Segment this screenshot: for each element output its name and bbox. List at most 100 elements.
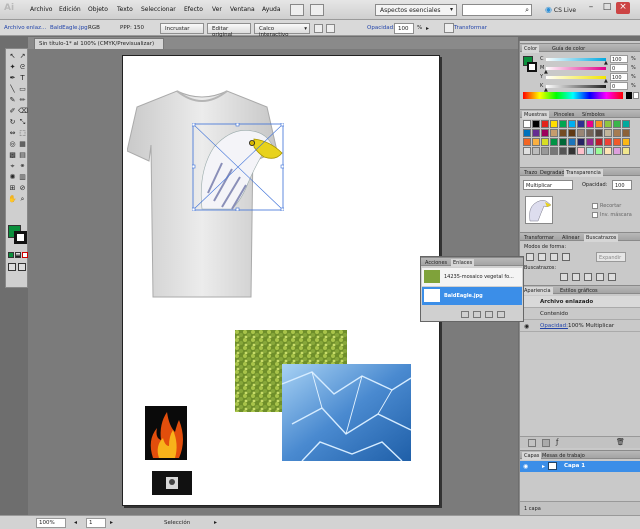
menu-ayuda[interactable]: Ayuda — [262, 6, 281, 13]
trim-icon[interactable] — [572, 273, 580, 281]
menu-objeto[interactable]: Objeto — [88, 6, 108, 13]
trash-icon[interactable]: 🗑 — [616, 438, 625, 446]
opacity-label[interactable]: Opacidad: — [367, 25, 395, 31]
document-tab[interactable]: Sin título-1* al 100% (CMYK/Previsualiza… — [34, 38, 164, 49]
crop-icon[interactable] — [596, 273, 604, 281]
swatch[interactable] — [604, 138, 612, 146]
color-channel-row[interactable]: M ▲ 0% — [520, 64, 640, 75]
swatch[interactable] — [541, 129, 549, 137]
transparency-opacity-field[interactable]: 100 — [612, 180, 632, 190]
tab-appearance[interactable]: Apariencia — [522, 287, 553, 295]
direct-selection-tool-icon[interactable]: ↗ — [18, 52, 27, 61]
help-search-input[interactable]: ⌕ — [462, 4, 532, 16]
eraser-tool-icon[interactable]: ⌫ — [18, 107, 28, 116]
draw-normal-icon[interactable] — [8, 263, 16, 271]
tab-brushes[interactable]: Pinceles — [552, 111, 576, 119]
artboard[interactable] — [122, 55, 440, 506]
tab-layers[interactable]: Capas — [522, 452, 542, 460]
swatch[interactable] — [559, 147, 567, 155]
channel-value[interactable]: 100 — [610, 73, 628, 81]
swatch[interactable] — [550, 138, 558, 146]
tab-artboards[interactable]: Mesas de trabajo — [540, 452, 587, 460]
link-item-selected[interactable]: BaldEagle.jpg — [422, 287, 522, 305]
color-mode-icon[interactable] — [8, 252, 14, 258]
shape-builder-tool-icon[interactable]: ◎ — [8, 140, 17, 149]
add-fill-icon[interactable] — [542, 439, 550, 447]
small-dark-image[interactable] — [152, 471, 192, 495]
layer-name[interactable]: Capa 1 — [564, 463, 585, 469]
swatch[interactable] — [550, 129, 558, 137]
opacity-menu-icon[interactable]: ▸ — [426, 25, 429, 32]
slice-tool-icon[interactable]: ⊘ — [18, 184, 27, 193]
layer-row[interactable]: ◉ ▸ Capa 1 — [520, 461, 640, 472]
stroke-color-swatch[interactable] — [14, 231, 27, 244]
arrange-documents-icon[interactable] — [310, 4, 324, 16]
tab-stroke[interactable]: Trazo — [522, 169, 539, 177]
pencil-tool-icon[interactable]: ✏ — [18, 96, 27, 105]
workspace-switcher[interactable]: Aspectos esenciales ▾ — [375, 4, 457, 16]
tab-graphic-styles[interactable]: Estilos gráficos — [558, 287, 600, 295]
channel-value[interactable]: 0 — [610, 82, 628, 90]
invert-mask-checkbox[interactable] — [592, 212, 598, 218]
divide-icon[interactable] — [560, 273, 568, 281]
layer-visibility-icon[interactable]: ◉ — [523, 463, 528, 470]
artboard-number-field[interactable]: 1 — [86, 518, 106, 528]
bald-eagle-image[interactable] — [192, 123, 284, 211]
swatch[interactable] — [622, 120, 630, 128]
unite-icon[interactable] — [526, 253, 534, 261]
maximize-button[interactable]: □ — [600, 2, 614, 14]
blob-brush-tool-icon[interactable]: ✐ — [8, 107, 17, 116]
tab-color-guide[interactable]: Guía de color — [550, 45, 587, 53]
selection-tool-icon[interactable]: ↖ — [8, 52, 17, 61]
swatch[interactable] — [622, 129, 630, 137]
gradient-tool-icon[interactable]: ▤ — [18, 151, 27, 160]
eyedropper-tool-icon[interactable]: ⌖ — [8, 162, 17, 171]
visibility-eye-icon[interactable]: ◉ — [524, 323, 529, 330]
lasso-tool-icon[interactable]: ᘓ — [18, 63, 27, 72]
color-channel-row[interactable]: C ▲ 100% — [520, 55, 640, 66]
opacity-field[interactable]: 100 — [394, 23, 414, 34]
color-channel-row[interactable]: K ▲ 0% — [520, 82, 640, 93]
exclude-icon[interactable] — [562, 253, 570, 261]
first-artboard-icon[interactable]: ◂ — [74, 519, 77, 526]
intersect-icon[interactable] — [550, 253, 558, 261]
swatch[interactable] — [532, 147, 540, 155]
bridge-icon[interactable] — [290, 4, 304, 16]
swatch[interactable] — [523, 138, 531, 146]
menu-texto[interactable]: Texto — [117, 6, 133, 13]
close-button[interactable]: × — [616, 2, 630, 14]
swatch[interactable] — [568, 147, 576, 155]
menu-efecto[interactable]: Efecto — [184, 6, 203, 13]
embed-button[interactable]: Incrustar — [160, 23, 204, 34]
swatch[interactable] — [568, 120, 576, 128]
merge-icon[interactable] — [584, 273, 592, 281]
swatch[interactable] — [586, 147, 594, 155]
channel-slider[interactable] — [546, 67, 606, 70]
white-swatch[interactable] — [633, 92, 639, 99]
swatch[interactable] — [613, 138, 621, 146]
swatch[interactable] — [550, 147, 558, 155]
fire-image[interactable] — [145, 406, 187, 460]
type-tool-icon[interactable]: T — [18, 74, 27, 83]
none-mode-icon[interactable] — [22, 252, 28, 258]
channel-slider[interactable] — [546, 85, 606, 88]
ice-texture-image[interactable] — [282, 364, 411, 461]
tab-align[interactable]: Alinear — [560, 234, 582, 242]
swatch[interactable] — [559, 138, 567, 146]
swatch[interactable] — [568, 138, 576, 146]
swatch[interactable] — [577, 129, 585, 137]
go-to-link-icon[interactable] — [473, 311, 481, 318]
swatch[interactable] — [541, 138, 549, 146]
appearance-opacity-label[interactable]: Opacidad: — [540, 323, 568, 329]
edit-original-icon[interactable] — [497, 311, 505, 318]
blend-mode-dropdown[interactable]: Multiplicar — [523, 180, 573, 190]
swatch[interactable] — [532, 129, 540, 137]
width-tool-icon[interactable]: ⇔ — [8, 129, 17, 138]
swatch[interactable] — [532, 138, 540, 146]
channel-value[interactable]: 0 — [610, 64, 628, 72]
artboard-tool-icon[interactable]: ⊞ — [8, 184, 17, 193]
swatch[interactable] — [541, 120, 549, 128]
swatch[interactable] — [523, 129, 531, 137]
color-channel-row[interactable]: Y ▲ 100% — [520, 73, 640, 84]
line-tool-icon[interactable]: ╲ — [8, 85, 17, 94]
